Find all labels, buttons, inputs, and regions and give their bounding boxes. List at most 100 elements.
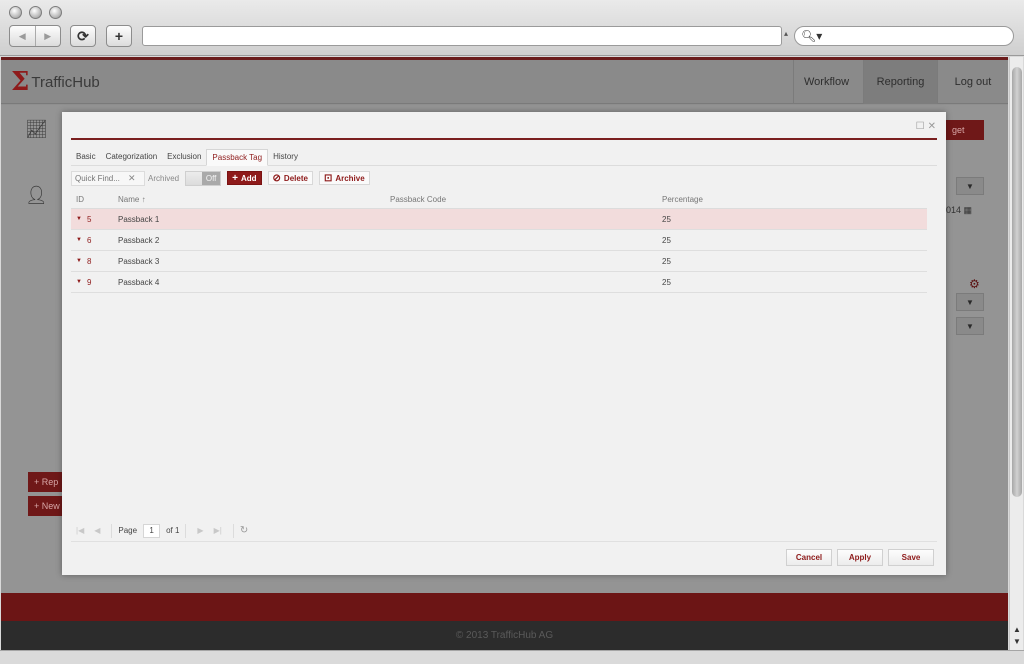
table-row[interactable]: ▼ 5 Passback 1 25 (71, 209, 927, 230)
browser-status-bar (0, 650, 1024, 664)
cell-name: Passback 3 (118, 256, 160, 266)
table-row[interactable]: ▼ 6 Passback 2 25 (71, 230, 927, 251)
tab-exclusion[interactable]: Exclusion (162, 149, 206, 166)
plus-icon: + (232, 172, 238, 184)
table-row[interactable]: ▼ 8 Passback 3 25 (71, 251, 927, 272)
sigma-logo-icon: Σ (11, 67, 30, 97)
forward-button[interactable]: ▶ (36, 26, 61, 46)
close-icon[interactable]: ✕ (928, 121, 936, 132)
grid-toolbar: ✕ Archived Off + Add ⊘ Delete ⊡ Archive (71, 168, 937, 188)
history-nav: ◀ ▶ (9, 25, 61, 47)
new-button[interactable]: + New (28, 496, 66, 516)
save-button[interactable]: Save (888, 549, 934, 566)
id-value: 6 (86, 235, 92, 245)
clear-search-icon[interactable]: ✕ (128, 173, 138, 184)
col-percentage[interactable]: Percentage (662, 195, 927, 204)
tab-basic[interactable]: Basic (71, 149, 101, 166)
cell-percentage: 25 (662, 256, 671, 266)
cell-id: ▼ 8 (71, 257, 118, 266)
back-button[interactable]: ◀ (10, 26, 36, 46)
archive-button[interactable]: ⊡ Archive (318, 171, 370, 185)
scroll-thumb[interactable] (1012, 67, 1022, 497)
address-dropdown-icon[interactable]: ▴ (784, 29, 788, 38)
col-id[interactable]: ID (71, 195, 118, 204)
passback-grid: ID Name ↑ Passback Code Percentage ▼ 5 Pa… (71, 191, 927, 293)
logo-text: TrafficHub (31, 73, 100, 91)
first-page-icon[interactable]: |◀ (76, 526, 84, 535)
nav-reporting[interactable]: Reporting (863, 60, 937, 104)
calendar-icon: ▦ (963, 205, 973, 215)
last-page-icon[interactable]: ▶| (214, 526, 222, 535)
cell-name: Passback 4 (118, 277, 160, 287)
page-scrollbar[interactable]: ▲ ▼ (1009, 57, 1023, 650)
address-bar[interactable] (142, 26, 782, 46)
add-report-label: Rep (41, 477, 59, 487)
toggle-state: Off (202, 171, 221, 185)
scroll-up-arrow[interactable]: ▲ (1010, 623, 1024, 635)
expand-icon[interactable]: ▼ (76, 237, 82, 243)
col-name[interactable]: Name ↑ (118, 195, 390, 204)
user-icon: 👤︎ (25, 185, 48, 205)
cell-percentage: 25 (662, 277, 671, 287)
reload-icon: ⟳ (77, 27, 89, 44)
next-page-icon[interactable]: ▶ (197, 526, 203, 535)
cell-id: ▼ 5 (71, 215, 118, 224)
footer-copyright: © 2013 TrafficHub AG (1, 621, 1008, 650)
window-close-button[interactable] (9, 6, 22, 19)
reload-button[interactable]: ⟳ (70, 25, 96, 47)
delete-button[interactable]: ⊘ Delete (267, 171, 313, 185)
refresh-icon[interactable]: ↻ (240, 525, 248, 536)
new-label: New (41, 501, 60, 511)
new-tab-button[interactable]: + (106, 25, 132, 47)
add-button[interactable]: + Add (227, 171, 262, 185)
nav-logout[interactable]: Log out (937, 60, 1008, 104)
expand-icon[interactable]: ▼ (76, 258, 82, 264)
col-passback-code[interactable]: Passback Code (390, 195, 662, 204)
tab-passback-tag[interactable]: Passback Tag (206, 149, 269, 166)
tab-history[interactable]: History (268, 149, 303, 166)
window-zoom-button[interactable] (49, 6, 62, 19)
archive-label: Archive (335, 173, 365, 183)
apply-button[interactable]: Apply (837, 549, 883, 566)
expand-icon[interactable]: ▼ (76, 279, 82, 285)
search-icon: 🔍︎▾ (801, 29, 823, 43)
cell-name: Passback 1 (118, 214, 160, 224)
add-label: Add (240, 173, 257, 183)
nav-workflow[interactable]: Workflow (793, 60, 859, 104)
target-button[interactable]: get (946, 120, 984, 140)
page-label: Page (118, 526, 138, 535)
bg-select-3[interactable]: ▼ (956, 317, 984, 335)
ban-icon: ⊘ (272, 172, 281, 184)
cancel-button[interactable]: Cancel (786, 549, 832, 566)
browser-search-input[interactable]: 🔍︎▾ (794, 26, 1014, 46)
logo[interactable]: Σ TrafficHub (11, 67, 100, 97)
pager-separator (185, 523, 187, 538)
cell-name: Passback 2 (118, 235, 160, 245)
bg-date-field[interactable]: 014 ▦ (946, 205, 972, 216)
chart-icon: 📈︎ (25, 119, 48, 139)
expand-icon[interactable]: ▼ (76, 216, 82, 222)
app-header: Σ TrafficHub Workflow Reporting Log out (1, 60, 1008, 104)
pager-separator (232, 523, 234, 538)
page-number-input[interactable]: 1 (143, 523, 161, 538)
scroll-down-arrow[interactable]: ▼ (1010, 635, 1024, 647)
bg-select-1[interactable]: ▼ (956, 177, 984, 195)
cell-id: ▼ 6 (71, 236, 118, 245)
maximize-icon[interactable]: ☐ (916, 121, 925, 132)
plus-icon: + (114, 28, 124, 44)
tab-categorization[interactable]: Categorization (101, 149, 163, 166)
id-value: 8 (86, 256, 92, 266)
browser-chrome: ◀ ▶ ⟳ + ▴ 🔍︎▾ (0, 0, 1024, 56)
bg-select-2[interactable]: ▼ (956, 293, 984, 311)
gear-icon[interactable]: ⚙ (969, 277, 980, 291)
archived-toggle[interactable]: Off (185, 170, 222, 186)
add-report-button[interactable]: + Rep (28, 472, 66, 492)
cell-percentage: 25 (662, 214, 671, 224)
prev-page-icon[interactable]: ◀ (94, 526, 100, 535)
window-minimize-button[interactable] (29, 6, 42, 19)
table-row[interactable]: ▼ 9 Passback 4 25 (71, 272, 927, 293)
id-value: 9 (86, 277, 92, 287)
dialog-footer: Cancel Apply Save (786, 549, 934, 566)
footer-band (1, 593, 1008, 621)
page-count: of 1 (166, 526, 180, 535)
